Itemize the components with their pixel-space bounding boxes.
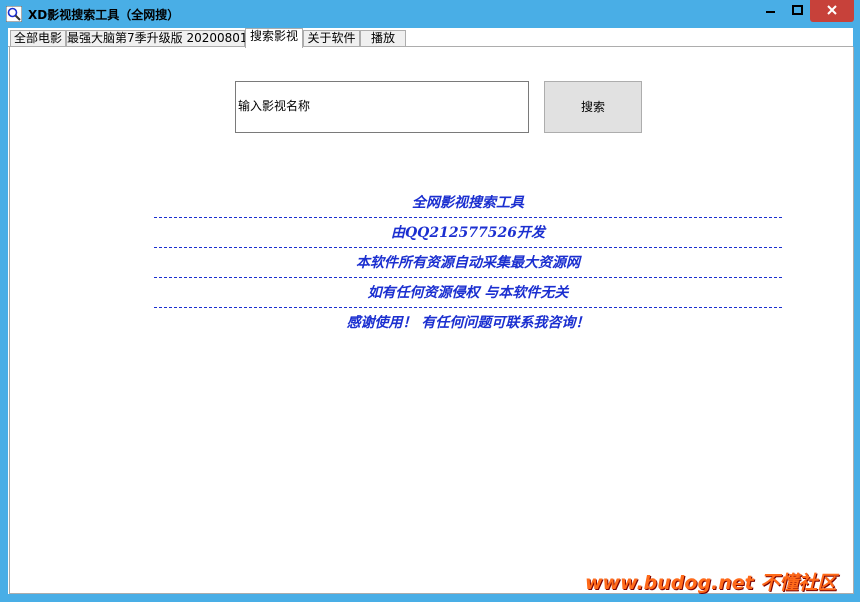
info-panel: 全网影视搜索工具 由QQ212577526开发 本软件所有资源自动采集最大资源网… — [154, 191, 782, 341]
search-input[interactable]: 输入影视名称 — [235, 81, 529, 133]
dashed-separator — [154, 247, 782, 248]
close-icon — [827, 5, 837, 15]
maximize-icon — [792, 5, 803, 15]
tab-strip: 全部电影 最强大脑第7季升级版 20200801期 搜索影视 关于软件 播放 — [8, 28, 853, 48]
magnifier-app-icon — [5, 5, 23, 23]
dashed-separator — [154, 307, 782, 308]
tab-all-movies[interactable]: 全部电影 — [10, 30, 66, 47]
info-line-text: 由QQ212577526开发 — [390, 225, 546, 241]
info-line-text: 如有任何资源侵权 与本软件无关 — [367, 285, 569, 301]
search-page: 输入影视名称 搜索 全网影视搜索工具 由QQ212577526开发 本软件所有资… — [9, 47, 854, 594]
minimize-icon — [766, 11, 775, 13]
app-window: XD影视搜索工具（全网搜） 全部电影 最强大脑第7季升级版 20200801期 … — [0, 0, 860, 602]
dashed-separator — [154, 277, 782, 278]
tab-strongest-brain[interactable]: 最强大脑第7季升级版 20200801期 — [66, 30, 260, 47]
window-title: XD影视搜索工具（全网搜） — [28, 8, 180, 22]
tab-about[interactable]: 关于软件 — [303, 30, 360, 47]
info-line-text: 感谢使用！ 有任何问题可联系我咨询！ — [346, 315, 590, 331]
info-line-text: 全网影视搜索工具 — [412, 195, 524, 211]
title-bar[interactable]: XD影视搜索工具（全网搜） — [0, 0, 860, 28]
maximize-button[interactable] — [784, 0, 810, 22]
dashed-separator — [154, 217, 782, 218]
minimize-button[interactable] — [756, 0, 784, 22]
tab-search-video[interactable]: 搜索影视 — [245, 28, 303, 48]
info-line-text: 本软件所有资源自动采集最大资源网 — [356, 255, 580, 271]
close-button[interactable] — [810, 0, 854, 22]
info-line: 本软件所有资源自动采集最大资源网 — [154, 251, 782, 281]
info-line: 由QQ212577526开发 — [154, 221, 782, 251]
search-button[interactable]: 搜索 — [544, 81, 642, 133]
info-line: 感谢使用！ 有任何问题可联系我咨询！ — [154, 311, 782, 341]
watermark: www.budog.net 不懂社区 — [585, 572, 837, 594]
client-area: 全部电影 最强大脑第7季升级版 20200801期 搜索影视 关于软件 播放 输… — [8, 28, 854, 594]
info-line: 全网影视搜索工具 — [154, 191, 782, 221]
tab-play[interactable]: 播放 — [360, 30, 406, 47]
info-line: 如有任何资源侵权 与本软件无关 — [154, 281, 782, 311]
